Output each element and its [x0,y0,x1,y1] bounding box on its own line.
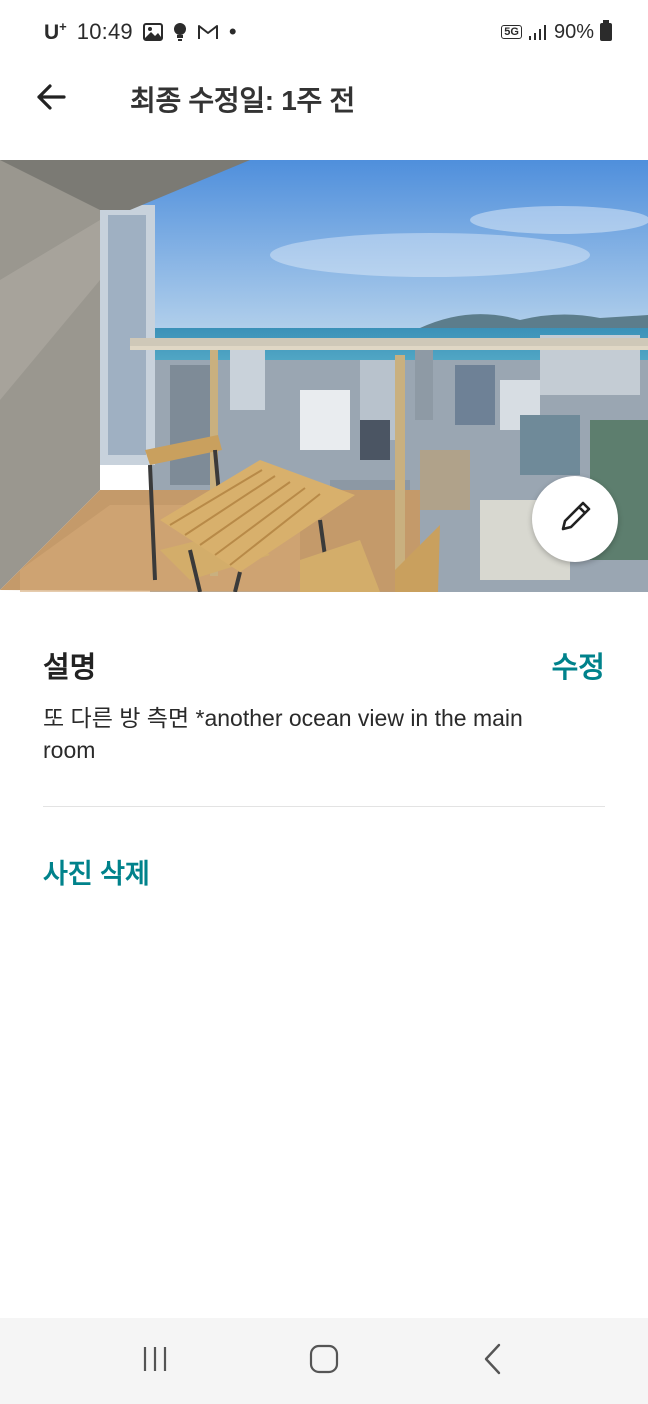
description-title: 설명 [43,652,97,684]
system-back-button[interactable] [453,1331,533,1391]
signal-icon [528,23,548,41]
back-button[interactable] [20,68,82,130]
battery-icon [600,20,612,41]
notification-bulb-icon [173,22,187,42]
battery-percent: 90% [553,20,594,43]
edit-description-link[interactable]: 수정 [552,644,605,686]
description-header: 설명 수정 [43,644,605,686]
recent-apps-icon [140,1344,170,1379]
description-text: 또 다른 방 측면 *another ocean view in the mai… [43,705,523,763]
carrier-label: U+ [44,19,67,44]
gmail-icon [197,23,219,41]
status-dot: • [228,19,237,44]
status-right: 5G 90% [501,20,612,44]
recent-apps-button[interactable] [115,1331,195,1391]
gallery-icon [142,23,163,41]
status-bar: U+ 10:49 • 5G 90% [0,0,648,64]
network-type-icon: 5G [501,25,522,39]
header: 최종 수정일: 1주 전 [0,64,648,134]
delete-photo-link[interactable]: 사진 삭제 [43,852,150,891]
page-title: 최종 수정일: 1주 전 [130,85,355,116]
home-button[interactable] [284,1331,364,1391]
system-nav-bar [0,1318,648,1404]
status-left: U+ 10:49 • [44,19,237,45]
divider [43,806,605,807]
home-icon [308,1343,340,1380]
arrow-left-icon [34,82,68,117]
status-time: 10:49 [76,19,133,44]
edit-photo-button[interactable] [532,476,618,562]
pencil-icon [555,497,595,542]
back-icon [481,1342,505,1381]
